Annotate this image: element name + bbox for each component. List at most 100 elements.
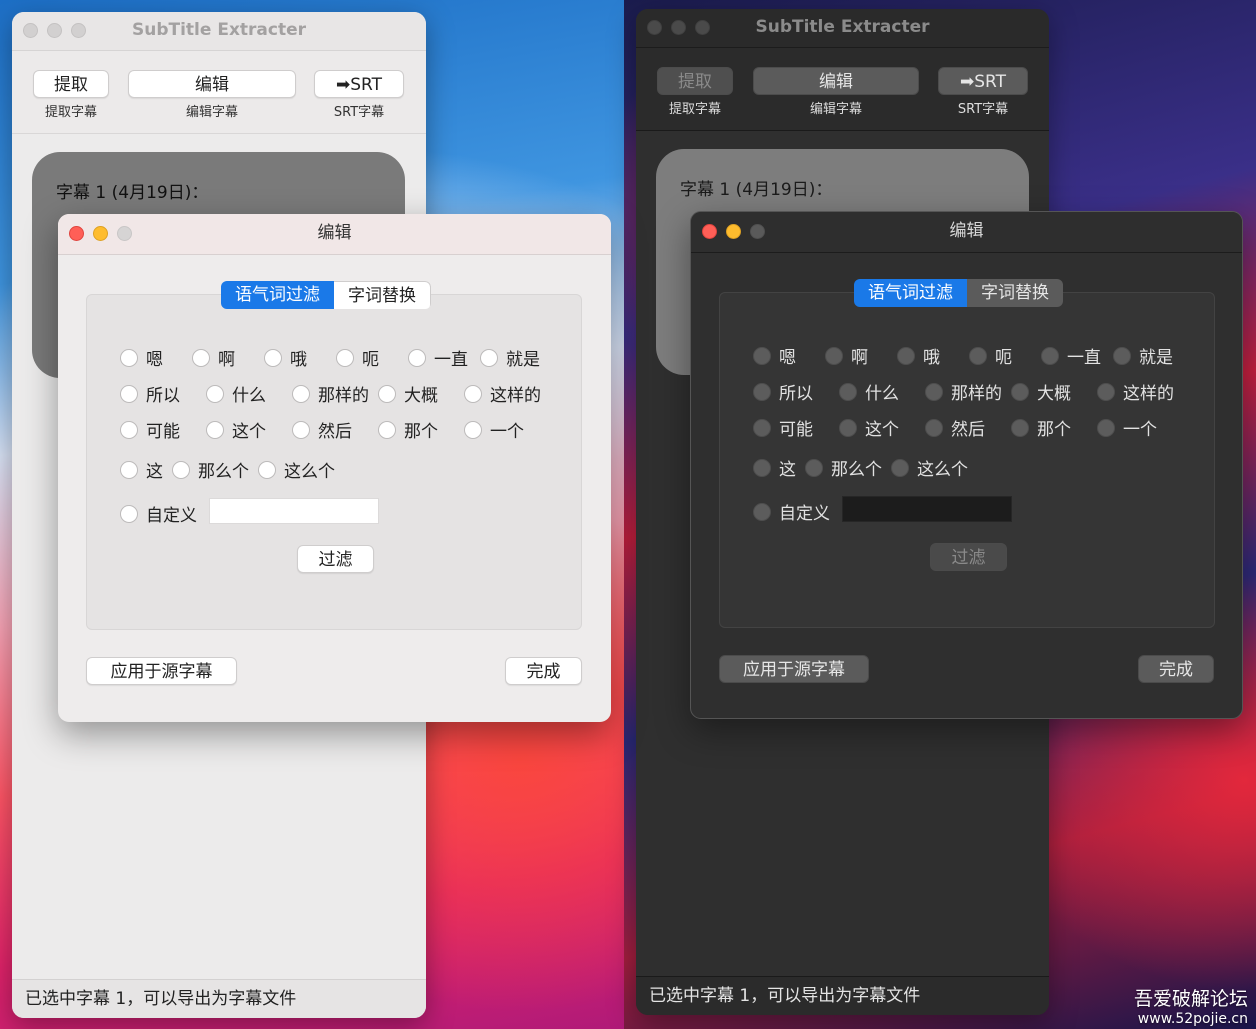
tab-control: 语气词过滤 字词替换	[854, 279, 1063, 307]
filter-option[interactable]: 那个	[1011, 415, 1071, 440]
radio-button[interactable]	[891, 458, 909, 477]
filter-option[interactable]: 哦	[897, 343, 940, 368]
edit-button[interactable]: 编辑	[128, 70, 296, 98]
filter-option[interactable]: 一个	[1097, 415, 1157, 440]
edit-button[interactable]: 编辑	[753, 67, 919, 95]
custom-option[interactable]: 自定义	[120, 501, 197, 526]
custom-word-input[interactable]	[842, 496, 1012, 522]
radio-button[interactable]	[120, 460, 138, 479]
apply-to-source-button[interactable]: 应用于源字幕	[86, 657, 237, 685]
filter-option[interactable]: 这么个	[891, 455, 968, 480]
filter-button[interactable]: 过滤	[297, 545, 374, 573]
filter-option[interactable]: 嗯	[753, 343, 796, 368]
filter-option[interactable]: 啊	[825, 343, 868, 368]
custom-word-input[interactable]	[209, 498, 379, 524]
filter-option[interactable]: 一直	[408, 345, 468, 370]
filter-option[interactable]: 就是	[480, 345, 540, 370]
radio-button[interactable]	[1011, 418, 1029, 437]
radio-button[interactable]	[258, 460, 276, 479]
filter-option[interactable]: 呃	[969, 343, 1012, 368]
filter-option[interactable]: 大概	[378, 381, 438, 406]
radio-button[interactable]	[1041, 346, 1059, 365]
filter-option[interactable]: 一个	[464, 417, 524, 442]
radio-button[interactable]	[480, 348, 498, 367]
radio-button[interactable]	[192, 348, 210, 367]
radio-button[interactable]	[925, 418, 943, 437]
extract-button[interactable]: 提取	[33, 70, 109, 98]
filter-option[interactable]: 那么个	[805, 455, 882, 480]
radio-button[interactable]	[120, 420, 138, 439]
filter-option[interactable]: 所以	[120, 381, 180, 406]
radio-button[interactable]	[1097, 382, 1115, 401]
filter-button[interactable]: 过滤	[930, 543, 1007, 571]
filter-option[interactable]: 然后	[925, 415, 985, 440]
radio-button[interactable]	[120, 504, 138, 523]
radio-button[interactable]	[292, 384, 310, 403]
tab-filler-filter[interactable]: 语气词过滤	[854, 279, 967, 307]
radio-button[interactable]	[753, 346, 771, 365]
done-button[interactable]: 完成	[505, 657, 582, 685]
radio-button[interactable]	[753, 418, 771, 437]
radio-button[interactable]	[839, 418, 857, 437]
filter-option[interactable]: 可能	[120, 417, 180, 442]
radio-button[interactable]	[753, 458, 771, 477]
radio-button[interactable]	[805, 458, 823, 477]
radio-button[interactable]	[264, 348, 282, 367]
custom-option[interactable]: 自定义	[753, 499, 830, 524]
done-button[interactable]: 完成	[1138, 655, 1214, 683]
apply-to-source-button[interactable]: 应用于源字幕	[719, 655, 869, 683]
extract-button[interactable]: 提取	[657, 67, 733, 95]
filter-option[interactable]: 这个	[839, 415, 899, 440]
radio-button[interactable]	[1097, 418, 1115, 437]
radio-button[interactable]	[120, 348, 138, 367]
radio-button[interactable]	[336, 348, 354, 367]
radio-button[interactable]	[292, 420, 310, 439]
radio-button[interactable]	[464, 384, 482, 403]
filter-option[interactable]: 这个	[206, 417, 266, 442]
filter-option[interactable]: 嗯	[120, 345, 163, 370]
filter-option[interactable]: 哦	[264, 345, 307, 370]
tab-word-replace[interactable]: 字词替换	[334, 281, 431, 309]
filter-option[interactable]: 呃	[336, 345, 379, 370]
filter-option[interactable]: 那个	[378, 417, 438, 442]
radio-button[interactable]	[1011, 382, 1029, 401]
radio-button[interactable]	[969, 346, 987, 365]
radio-button[interactable]	[206, 384, 224, 403]
radio-button[interactable]	[753, 382, 771, 401]
radio-button[interactable]	[378, 420, 396, 439]
filter-option[interactable]: 什么	[839, 379, 899, 404]
filter-option[interactable]: 就是	[1113, 343, 1173, 368]
srt-button[interactable]: ➡SRT	[314, 70, 404, 98]
filter-option[interactable]: 那么个	[172, 457, 249, 482]
filter-option[interactable]: 这	[753, 455, 796, 480]
srt-button[interactable]: ➡SRT	[938, 67, 1028, 95]
radio-button[interactable]	[206, 420, 224, 439]
filter-option[interactable]: 然后	[292, 417, 352, 442]
radio-button[interactable]	[753, 502, 771, 521]
filter-option[interactable]: 所以	[753, 379, 813, 404]
filter-option[interactable]: 可能	[753, 415, 813, 440]
radio-button[interactable]	[408, 348, 426, 367]
filter-option[interactable]: 什么	[206, 381, 266, 406]
filter-option[interactable]: 这	[120, 457, 163, 482]
radio-button[interactable]	[172, 460, 190, 479]
tab-word-replace[interactable]: 字词替换	[967, 279, 1063, 307]
filter-option[interactable]: 啊	[192, 345, 235, 370]
filter-option[interactable]: 这样的	[464, 381, 541, 406]
filter-option[interactable]: 这么个	[258, 457, 335, 482]
radio-button[interactable]	[378, 384, 396, 403]
radio-button[interactable]	[825, 346, 843, 365]
radio-button[interactable]	[464, 420, 482, 439]
radio-button[interactable]	[925, 382, 943, 401]
filter-option[interactable]: 那样的	[292, 381, 369, 406]
filter-option[interactable]: 这样的	[1097, 379, 1174, 404]
radio-button[interactable]	[897, 346, 915, 365]
filter-option[interactable]: 那样的	[925, 379, 1002, 404]
tab-filler-filter[interactable]: 语气词过滤	[221, 281, 334, 309]
dialog-title-bar: 编辑	[58, 214, 611, 255]
radio-button[interactable]	[120, 384, 138, 403]
radio-button[interactable]	[839, 382, 857, 401]
radio-button[interactable]	[1113, 346, 1131, 365]
filter-option[interactable]: 大概	[1011, 379, 1071, 404]
filter-option[interactable]: 一直	[1041, 343, 1101, 368]
